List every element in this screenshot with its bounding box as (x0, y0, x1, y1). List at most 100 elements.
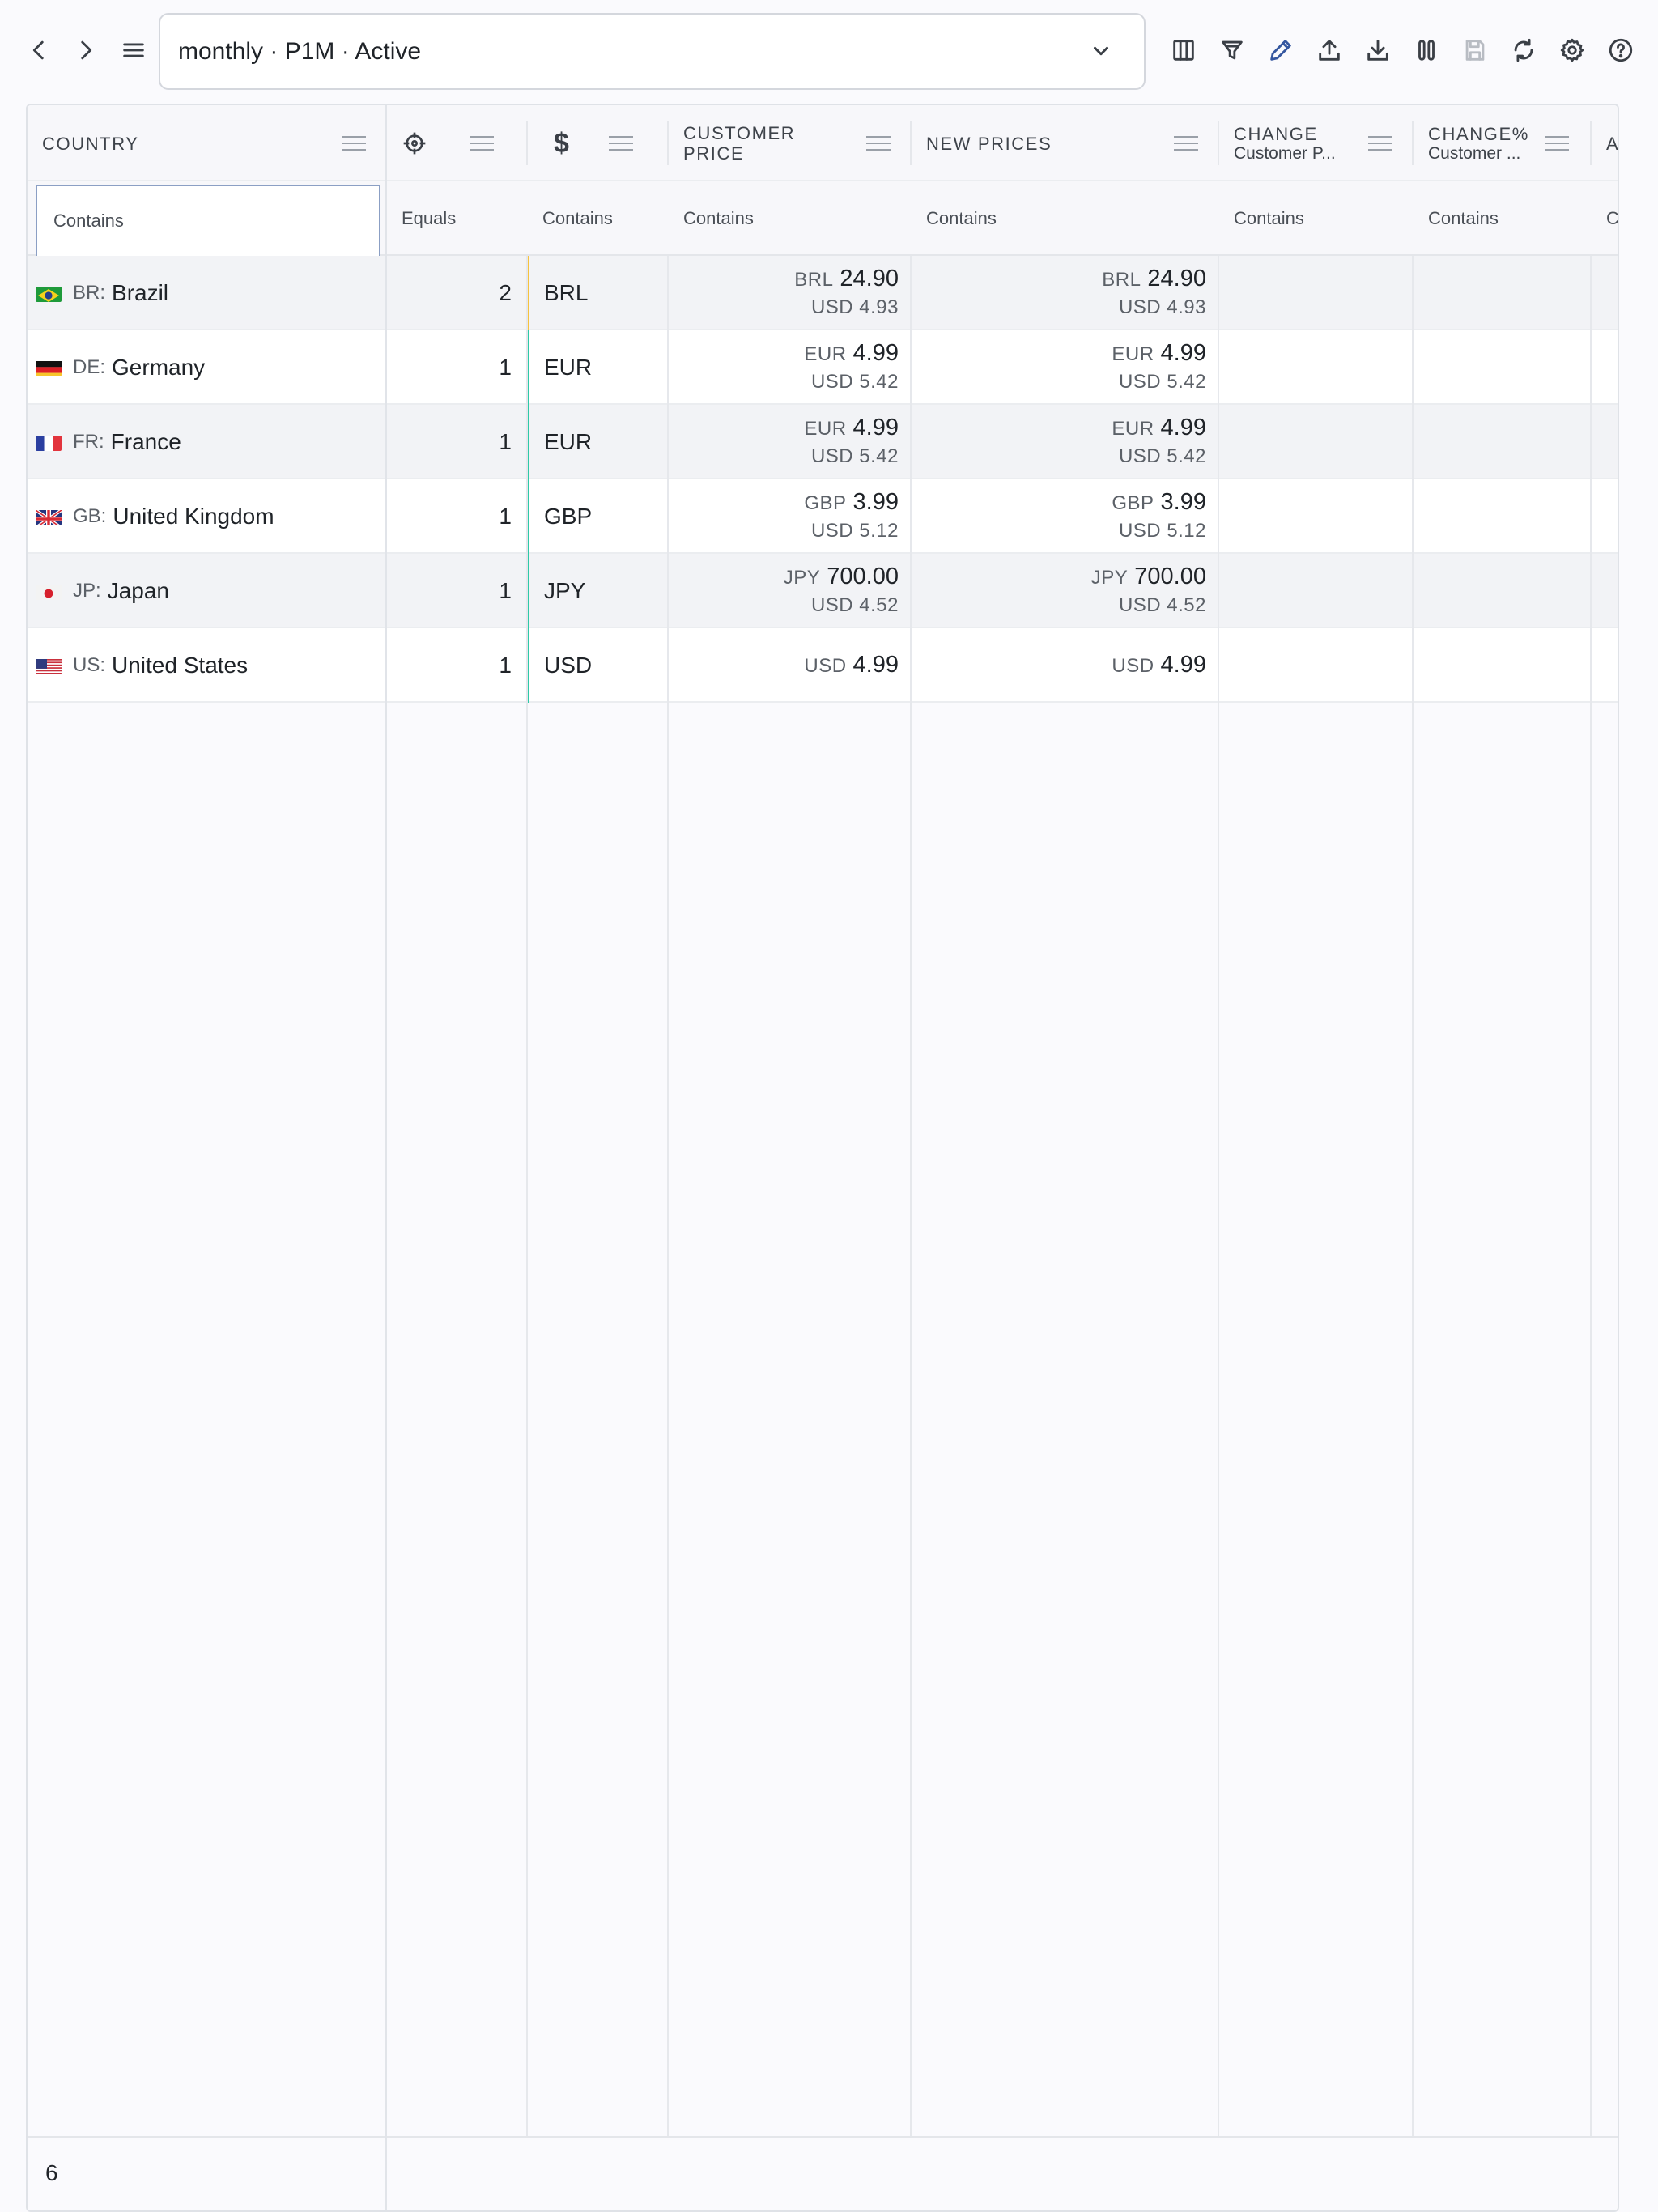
tier-cell[interactable]: 1 (387, 554, 515, 628)
column-header-available[interactable]: AVA (1592, 105, 1618, 181)
currency-cell[interactable]: GBP (529, 479, 667, 554)
country-cell[interactable]: GB: United Kingdom (36, 479, 384, 554)
settings-button[interactable] (1548, 26, 1596, 74)
new-price-cell[interactable]: BRL 24.90 USD 4.93 (912, 256, 1219, 330)
table-row[interactable]: BR: Brazil 2 BRL BRL 24.90 USD 4.93 BRL 24.90 USD… (28, 256, 1618, 330)
table-row[interactable]: FR: France 1 EUR EUR 4.99 USD 5.42 EUR 4.99 USD 5… (28, 405, 1618, 479)
change-pct-cell[interactable] (1414, 405, 1592, 479)
usd-equivalent: USD 5.42 (810, 445, 899, 467)
change-cell[interactable] (1219, 554, 1414, 628)
new-price-cell[interactable]: USD 4.99 (912, 628, 1219, 703)
new-price-cell[interactable]: EUR 4.99 USD 5.42 (912, 330, 1219, 405)
back-button[interactable] (15, 26, 63, 74)
tier-cell[interactable]: 1 (387, 479, 515, 554)
table-row[interactable]: JP: Japan 1 JPY JPY 700.00 USD 4.52 JPY 700.00 US… (28, 554, 1618, 628)
available-cell[interactable] (1592, 628, 1618, 703)
view-select[interactable]: monthly · P1M · Active (159, 13, 1146, 90)
table-row[interactable]: DE: Germany 1 EUR EUR 4.99 USD 5.42 EUR 4.99 USD … (28, 330, 1618, 405)
column-label-customer-price: CUSTOMER PRICE (683, 123, 796, 164)
help-button[interactable] (1596, 26, 1645, 74)
available-cell[interactable] (1592, 330, 1618, 405)
country-cell[interactable]: US: United States (36, 628, 384, 703)
column-menu-icon[interactable] (607, 132, 635, 155)
column-menu-icon[interactable] (1543, 132, 1571, 155)
table-row[interactable]: US: United States 1 USD USD 4.99 USD 4.99 (28, 628, 1618, 703)
customer-price-cell[interactable]: JPY 700.00 USD 4.52 (669, 554, 912, 628)
column-menu-icon[interactable] (1172, 132, 1200, 155)
price-amount: 4.99 (852, 415, 899, 440)
available-cell[interactable] (1592, 554, 1618, 628)
change-cell[interactable] (1219, 405, 1414, 479)
column-menu-icon[interactable] (340, 132, 368, 155)
column-label-change: CHANGE (1234, 123, 1318, 144)
column-header-country[interactable]: COUNTRY (28, 105, 385, 181)
tier-cell[interactable]: 1 (387, 405, 515, 479)
column-header-currency[interactable]: $ (528, 105, 667, 181)
change-cell[interactable] (1219, 628, 1414, 703)
tier-filter[interactable]: Equals (387, 181, 526, 256)
customer-price-cell[interactable]: GBP 3.99 USD 5.12 (669, 479, 912, 554)
change-cell[interactable] (1219, 330, 1414, 405)
new-price-cell[interactable]: GBP 3.99 USD 5.12 (912, 479, 1219, 554)
edit-button[interactable] (1256, 26, 1305, 74)
currency-filter[interactable]: Contains (528, 181, 667, 256)
usd-equivalent: USD 5.12 (1118, 520, 1206, 542)
change-pct-filter[interactable]: Contains (1414, 181, 1592, 256)
currency-cell[interactable]: USD (529, 628, 667, 703)
column-menu-icon[interactable] (468, 132, 495, 155)
chevron-down-icon (1089, 39, 1113, 63)
new-prices-filter[interactable]: Contains (912, 181, 1219, 256)
currency-cell[interactable]: BRL (529, 256, 667, 330)
column-menu-icon[interactable] (865, 132, 892, 155)
usd-equivalent: USD 5.42 (1118, 371, 1206, 393)
change-pct-cell[interactable] (1414, 628, 1592, 703)
currency-code: JPY (1090, 567, 1129, 589)
tier-cell[interactable]: 2 (387, 256, 515, 330)
country-cell[interactable]: DE: Germany (36, 330, 384, 405)
columns-button[interactable] (1159, 26, 1208, 74)
column-line (1412, 256, 1414, 2210)
column-header-tier[interactable] (387, 105, 526, 181)
country-cell[interactable]: JP: Japan (36, 554, 384, 628)
tier-cell[interactable]: 1 (387, 330, 515, 405)
download-button[interactable] (1354, 26, 1402, 74)
available-filter[interactable]: Contains (1592, 181, 1618, 256)
change-cell[interactable] (1219, 479, 1414, 554)
change-cell[interactable] (1219, 256, 1414, 330)
new-price-cell[interactable]: EUR 4.99 USD 5.42 (912, 405, 1219, 479)
new-price-cell[interactable]: JPY 700.00 USD 4.52 (912, 554, 1219, 628)
customer-price-cell[interactable]: EUR 4.99 USD 5.42 (669, 405, 912, 479)
customer-price-cell[interactable]: BRL 24.90 USD 4.93 (669, 256, 912, 330)
table-row[interactable]: GB: United Kingdom 1 GBP GBP 3.99 USD 5.12 GBP 3… (28, 479, 1618, 554)
change-pct-cell[interactable] (1414, 554, 1592, 628)
save-button[interactable] (1451, 26, 1499, 74)
currency-cell[interactable]: JPY (529, 554, 667, 628)
edit-pencil-icon (1270, 40, 1291, 61)
change-pct-cell[interactable] (1414, 330, 1592, 405)
change-filter[interactable]: Contains (1219, 181, 1414, 256)
customer-price-cell[interactable]: EUR 4.99 USD 5.42 (669, 330, 912, 405)
menu-button[interactable] (109, 26, 158, 74)
forward-button[interactable] (62, 26, 110, 74)
pause-button[interactable] (1402, 26, 1451, 74)
country-cell[interactable]: BR: Brazil (36, 256, 384, 330)
tier-cell[interactable]: 1 (387, 628, 515, 703)
price-amount: 24.90 (840, 266, 899, 291)
currency-cell[interactable]: EUR (529, 330, 667, 405)
hamburger-menu-icon (123, 43, 144, 57)
customer-price-cell[interactable]: USD 4.99 (669, 628, 912, 703)
refresh-button[interactable] (1499, 26, 1548, 74)
change-pct-cell[interactable] (1414, 479, 1592, 554)
filter-button[interactable] (1208, 26, 1256, 74)
currency-cell[interactable]: EUR (529, 405, 667, 479)
customer-price-filter[interactable]: Contains (669, 181, 912, 256)
country-filter-input[interactable] (36, 185, 380, 257)
price-amount: 4.99 (1160, 415, 1206, 440)
available-cell[interactable] (1592, 256, 1618, 330)
country-cell[interactable]: FR: France (36, 405, 384, 479)
column-menu-icon[interactable] (1367, 132, 1394, 155)
upload-button[interactable] (1305, 26, 1354, 74)
change-pct-cell[interactable] (1414, 256, 1592, 330)
available-cell[interactable] (1592, 405, 1618, 479)
available-cell[interactable] (1592, 479, 1618, 554)
